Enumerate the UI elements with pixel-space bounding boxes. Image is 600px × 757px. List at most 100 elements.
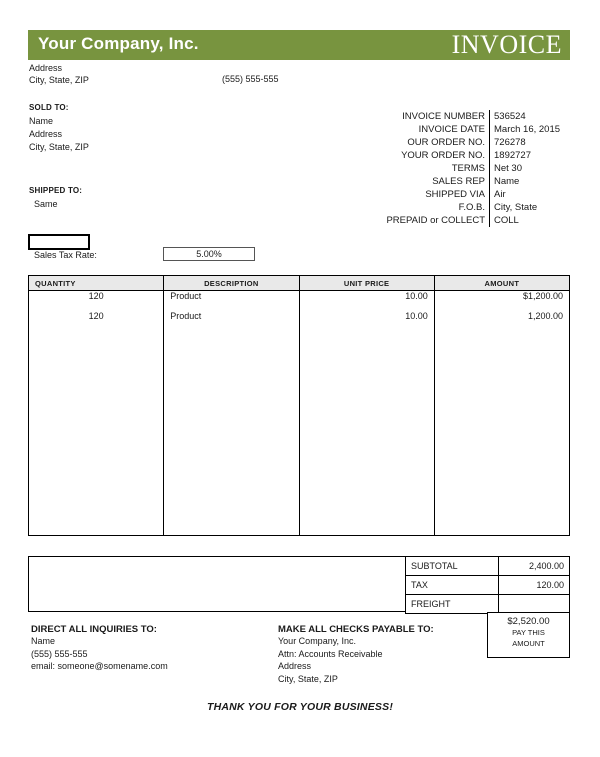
invoice-meta-table: INVOICE NUMBER 536524 INVOICE DATE March… xyxy=(330,110,570,227)
header-quantity: QUANTITY xyxy=(27,275,165,291)
freight-value xyxy=(498,594,570,614)
cell-amount: 1,200.00 xyxy=(433,311,571,331)
meta-label: YOUR ORDER NO. xyxy=(401,150,485,161)
inquiries-phone: (555) 555-555 xyxy=(31,648,88,659)
meta-label: SHIPPED VIA xyxy=(425,189,485,200)
inquiries-name: Name xyxy=(31,636,56,646)
freight-label: FREIGHT xyxy=(405,594,499,614)
header-unit-price: UNIT PRICE xyxy=(298,275,435,291)
meta-label: F.O.B. xyxy=(458,202,485,213)
sales-tax-rate-label: Sales Tax Rate: xyxy=(34,250,97,260)
cell-description: Product xyxy=(163,311,300,331)
cell-quantity-empty xyxy=(27,331,165,536)
meta-row: SALES REP Name xyxy=(330,175,570,188)
meta-value: Net 30 xyxy=(489,162,570,175)
subtotal-value: 2,400.00 xyxy=(498,556,570,576)
payable-block: MAKE ALL CHECKS PAYABLE TO: Your Company… xyxy=(278,624,434,685)
sold-to-lines: Name Address City, State, ZIP xyxy=(29,115,89,154)
totals-row-tax: TAX 120.00 xyxy=(405,575,570,595)
blank-input-box[interactable] xyxy=(28,234,90,250)
cell-quantity: 120 xyxy=(27,290,165,311)
meta-row: YOUR ORDER NO. 1892727 xyxy=(330,149,570,162)
meta-value: 536524 xyxy=(489,110,570,123)
meta-label: TERMS xyxy=(451,163,485,174)
footer-left-box xyxy=(28,556,406,612)
meta-row: SHIPPED VIA Air xyxy=(330,188,570,201)
company-address-line1: Address xyxy=(29,63,63,73)
line-items-body: 120 Product 10.00 $1,200.00 120 Product … xyxy=(27,290,571,536)
shipped-to-block: SHIPPED TO: Same xyxy=(29,186,82,211)
header-amount: AMOUNT xyxy=(433,275,571,291)
sold-to-line1: Name xyxy=(29,116,54,126)
payable-address: Address xyxy=(278,661,312,671)
company-name: Your Company, Inc. xyxy=(38,34,199,53)
meta-value: City, State xyxy=(489,201,570,214)
invoice-page: Your Company, Inc. INVOICE Address City,… xyxy=(0,0,600,757)
pay-this-label-line1: PAY THIS xyxy=(512,628,545,637)
thank-you-message: THANK YOU FOR YOUR BUSINESS! xyxy=(206,701,394,713)
meta-row: INVOICE DATE March 16, 2015 xyxy=(330,123,570,136)
header-description: DESCRIPTION xyxy=(163,275,300,291)
payable-title: MAKE ALL CHECKS PAYABLE TO: xyxy=(278,624,434,635)
meta-value: Name xyxy=(489,175,570,188)
totals-table: SUBTOTAL 2,400.00 TAX 120.00 FREIGHT xyxy=(405,556,570,614)
pay-this-label-line2: AMOUNT xyxy=(512,639,545,648)
table-row[interactable]: 120 Product 10.00 $1,200.00 xyxy=(27,290,571,311)
meta-value: COLL xyxy=(489,214,570,227)
cell-amount-empty xyxy=(433,331,571,536)
subtotal-label: SUBTOTAL xyxy=(405,556,499,576)
company-address-line2: City, State, ZIP xyxy=(29,75,89,85)
sold-to-title: SOLD TO: xyxy=(29,103,69,112)
inquiries-block: DIRECT ALL INQUIRIES TO: Name (555) 555-… xyxy=(31,624,168,673)
line-items-header-row: QUANTITY DESCRIPTION UNIT PRICE AMOUNT xyxy=(27,275,571,291)
page-title: INVOICE xyxy=(451,30,562,59)
cell-quantity: 120 xyxy=(27,311,165,331)
pay-total-amount: $2,520.00 xyxy=(507,616,550,627)
meta-label: INVOICE DATE xyxy=(418,124,485,135)
invoice-meta-body: INVOICE NUMBER 536524 INVOICE DATE March… xyxy=(330,110,570,227)
line-items-table: QUANTITY DESCRIPTION UNIT PRICE AMOUNT 1… xyxy=(27,275,571,536)
meta-value: 726278 xyxy=(489,136,570,149)
tax-label: TAX xyxy=(405,575,499,595)
pay-this-amount-box: $2,520.00 PAY THIS AMOUNT xyxy=(487,612,570,658)
meta-row: OUR ORDER NO. 726278 xyxy=(330,136,570,149)
company-phone: (555) 555-555 xyxy=(222,74,279,84)
cell-unit-price: 10.00 xyxy=(298,290,435,311)
sold-to-block: SOLD TO: Name Address City, State, ZIP xyxy=(29,103,89,154)
shipped-to-line1: Same xyxy=(34,199,58,209)
cell-description: Product xyxy=(163,290,300,311)
totals-body: SUBTOTAL 2,400.00 TAX 120.00 FREIGHT xyxy=(405,556,570,614)
meta-value: Air xyxy=(489,188,570,201)
sold-to-line2: Address xyxy=(29,129,63,139)
payable-city: City, State, ZIP xyxy=(278,673,338,684)
cell-description-empty xyxy=(163,331,300,536)
totals-row-freight: FREIGHT xyxy=(405,594,570,614)
meta-label: SALES REP xyxy=(432,176,485,187)
meta-label: PREPAID or COLLECT xyxy=(386,215,485,226)
table-empty-rows xyxy=(27,331,571,536)
sales-tax-rate-input[interactable]: 5.00% xyxy=(163,247,255,261)
meta-row: TERMS Net 30 xyxy=(330,162,570,175)
payable-company: Your Company, Inc. xyxy=(278,636,357,646)
header-banner: Your Company, Inc. INVOICE xyxy=(28,30,570,60)
cell-unit-price-empty xyxy=(298,331,435,536)
meta-label: OUR ORDER NO. xyxy=(407,137,485,148)
tax-value: 120.00 xyxy=(498,575,570,595)
meta-value: March 16, 2015 xyxy=(489,123,570,136)
meta-label: INVOICE NUMBER xyxy=(402,111,485,122)
sold-to-line3: City, State, ZIP xyxy=(29,142,89,152)
shipped-to-title: SHIPPED TO: xyxy=(29,186,83,195)
company-address: Address City, State, ZIP xyxy=(29,62,89,86)
payable-attn: Attn: Accounts Receivable xyxy=(278,648,383,659)
cell-amount: $1,200.00 xyxy=(433,290,571,311)
inquiries-email: email: someone@somename.com xyxy=(31,661,168,671)
meta-row: PREPAID or COLLECT COLL xyxy=(330,214,570,227)
cell-unit-price: 10.00 xyxy=(298,311,435,331)
inquiries-lines: Name (555) 555-555 email: someone@somena… xyxy=(31,635,168,673)
table-row[interactable]: 120 Product 10.00 1,200.00 xyxy=(27,311,571,331)
shipped-to-lines: Same xyxy=(29,198,82,211)
totals-row-subtotal: SUBTOTAL 2,400.00 xyxy=(405,556,570,576)
payable-lines: Your Company, Inc. Attn: Accounts Receiv… xyxy=(278,635,434,685)
meta-row: F.O.B. City, State xyxy=(330,201,570,214)
line-items-head: QUANTITY DESCRIPTION UNIT PRICE AMOUNT xyxy=(27,275,571,291)
